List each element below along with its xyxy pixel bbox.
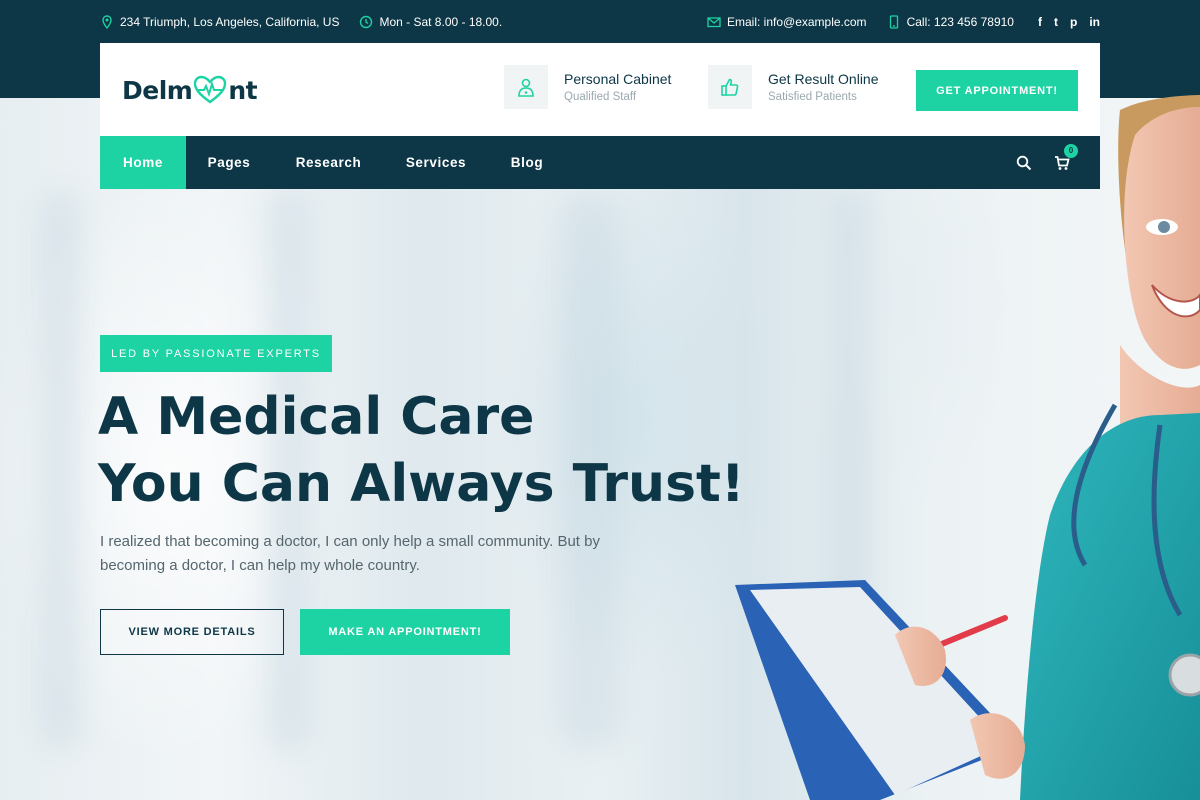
info-title: Get Result Online xyxy=(768,71,879,87)
clock-icon xyxy=(360,15,373,29)
pinterest-icon[interactable]: p xyxy=(1070,15,1077,29)
mail-icon xyxy=(707,17,721,28)
address-text: 234 Triumph, Los Angeles, California, US xyxy=(120,15,340,29)
make-appointment-button[interactable]: MAKE AN APPOINTMENT! xyxy=(300,609,510,655)
nav-item-home[interactable]: Home xyxy=(100,136,186,189)
logo-text-left: Delm xyxy=(122,75,193,105)
hero-paragraph: I realized that becoming a doctor, I can… xyxy=(100,533,600,574)
email-text[interactable]: Email: info@example.com xyxy=(727,15,867,29)
nav-item-blog[interactable]: Blog xyxy=(487,136,567,189)
linkedin-icon[interactable]: in xyxy=(1089,15,1100,29)
heart-pulse-icon xyxy=(194,75,227,104)
doctor-icon xyxy=(518,78,534,97)
info-subtitle: Qualified Staff xyxy=(564,91,637,103)
address-item: 234 Triumph, Los Angeles, California, US xyxy=(100,15,339,29)
location-icon xyxy=(102,15,112,29)
thumbs-up-icon xyxy=(721,78,739,96)
personal-cabinet-block[interactable]: Personal Cabinet Qualified Staff xyxy=(504,65,671,109)
background-blur-shape xyxy=(40,190,80,750)
phone-item[interactable]: Call: 123 456 78910 xyxy=(887,15,1014,29)
info-title: Personal Cabinet xyxy=(564,71,672,87)
headline-line-2: You Can Always Trust! xyxy=(98,454,745,514)
logo-text-right: nt xyxy=(228,75,258,105)
view-more-details-button[interactable]: VIEW MORE DETAILS xyxy=(100,609,284,655)
email-item[interactable]: Email: info@example.com xyxy=(707,15,867,29)
facebook-icon[interactable]: f xyxy=(1038,15,1042,29)
hours-item: Mon - Sat 8.00 - 18.00. xyxy=(359,15,502,29)
social-links: f t p in xyxy=(1038,15,1100,29)
hours-text: Mon - Sat 8.00 - 18.00. xyxy=(379,15,503,29)
phone-text[interactable]: Call: 123 456 78910 xyxy=(907,15,1014,29)
logo[interactable]: Delm nt xyxy=(122,73,258,107)
nav-item-services[interactable]: Services xyxy=(385,136,487,189)
hero-headline: A Medical Care You Can Always Trust! xyxy=(98,384,858,518)
top-bar-row: 234 Triumph, Los Angeles, California, US… xyxy=(100,12,1100,32)
nav-item-pages[interactable]: Pages xyxy=(186,136,272,189)
nav-item-research[interactable]: Research xyxy=(272,136,385,189)
hero-tag: LED BY PASSIONATE EXPERTS xyxy=(100,335,332,372)
twitter-icon[interactable]: t xyxy=(1054,15,1058,29)
phone-icon xyxy=(889,15,898,29)
info-icon-box xyxy=(504,65,548,109)
headline-line-1: A Medical Care xyxy=(98,387,535,447)
